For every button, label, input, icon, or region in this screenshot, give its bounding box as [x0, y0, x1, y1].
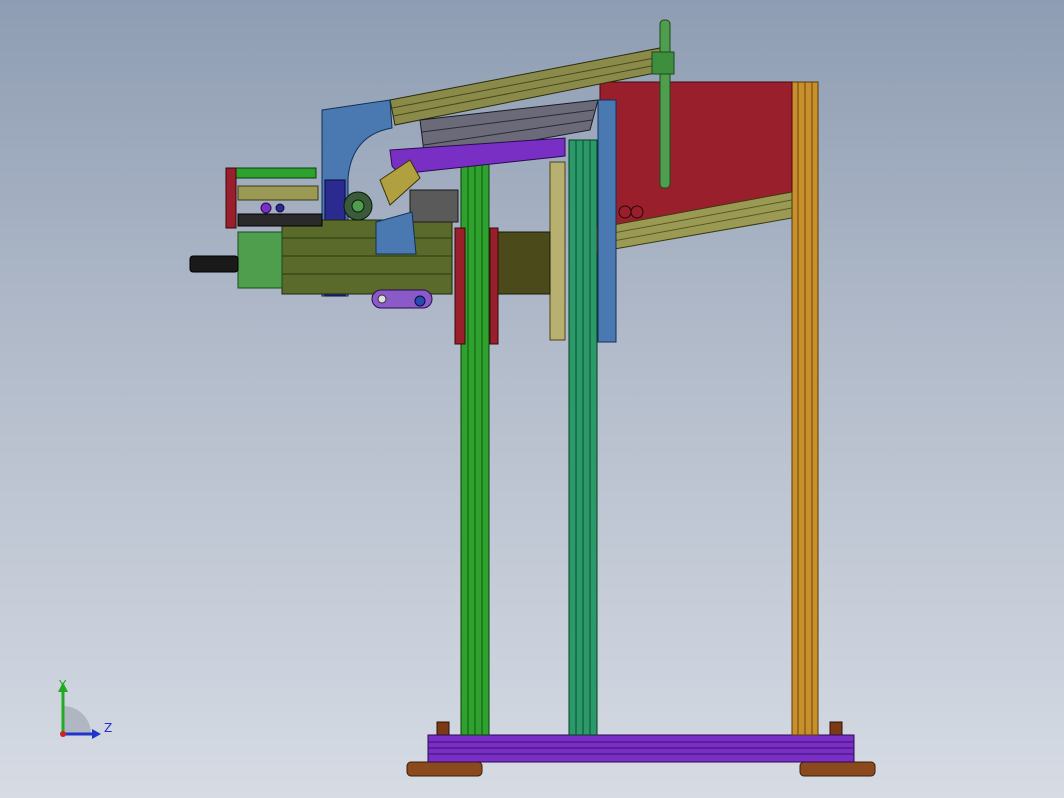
- x-axis-dot: [60, 731, 66, 737]
- right-upright-post: [791, 81, 819, 736]
- triad-plane: [63, 706, 91, 734]
- base-beam: [427, 734, 855, 763]
- middle-upright-post: [568, 139, 598, 736]
- sensor-frame: [225, 167, 323, 229]
- gusset-bracket: [375, 211, 417, 255]
- link-arm: [371, 289, 433, 309]
- cad-viewport[interactable]: Y Z: [0, 0, 1064, 798]
- z-axis-arrowhead: [92, 729, 101, 739]
- axis-triad: Y Z: [58, 678, 112, 739]
- y-axis-label: Y: [58, 678, 67, 692]
- z-axis-label: Z: [104, 721, 112, 735]
- machine-assembly-model[interactable]: [0, 0, 1064, 798]
